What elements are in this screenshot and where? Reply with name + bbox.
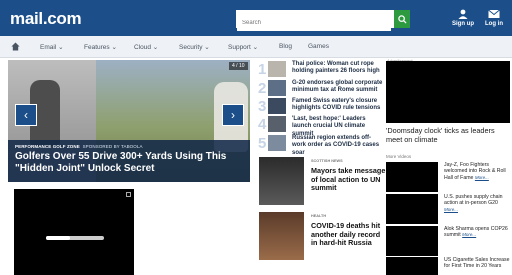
featured-video-title[interactable]: 'Doomsday clock' ticks as leaders meet o…	[386, 126, 512, 144]
mail-com-logo[interactable]: mail.com	[10, 9, 82, 29]
search-button[interactable]	[394, 10, 410, 28]
top-bar: mail.com Sign up Log in	[0, 0, 512, 36]
news-number: 5	[258, 135, 267, 152]
card-title[interactable]: COVID-19 deaths hit another daily record…	[311, 221, 386, 248]
chevron-down-icon: ⌄	[58, 44, 64, 51]
slide-counter: 4 / 10	[229, 62, 248, 70]
news-item[interactable]: 1 Thai police: Woman cut rope holding pa…	[258, 61, 382, 79]
close-icon[interactable]	[126, 192, 131, 197]
featured-video-player[interactable]	[386, 61, 510, 123]
more-link[interactable]: More...	[462, 232, 476, 237]
nav-support[interactable]: Support ⌄	[228, 43, 258, 51]
signup-label: Sign up	[452, 21, 474, 27]
nav-blog[interactable]: Blog	[279, 43, 292, 50]
video-item[interactable]: U.S. pushes supply chain action at in-pe…	[386, 194, 512, 224]
nav-games[interactable]: Games	[308, 43, 329, 50]
more-link[interactable]: More...	[444, 207, 458, 212]
chevron-right-icon: ›	[231, 108, 235, 122]
chevron-down-icon: ⌄	[204, 44, 210, 51]
user-icon	[458, 9, 468, 19]
hero-caption[interactable]: PERFORMANCE GOLF ZONE SPONSORED BY TABOO…	[8, 140, 250, 182]
next-slide-button[interactable]: ›	[222, 104, 244, 126]
home-icon[interactable]	[11, 42, 20, 51]
nav-security[interactable]: Security ⌄	[179, 43, 210, 51]
card-image	[259, 157, 304, 205]
card-category: HEALTH	[311, 214, 327, 218]
video-item[interactable]: Jay-Z, Foo Fighters welcomed into Rock &…	[386, 162, 512, 192]
card-category: SCOTTISH NEWS	[311, 159, 343, 163]
card-title[interactable]: Mayors take message of local action to U…	[311, 166, 386, 193]
news-number: 2	[258, 80, 267, 97]
nav-email[interactable]: Email ⌄	[40, 43, 64, 51]
video-ad[interactable]	[14, 189, 134, 275]
news-headline[interactable]: Famed Swiss eatery's closure highlights …	[292, 98, 384, 113]
news-thumbnail	[268, 61, 286, 77]
video-thumbnail[interactable]	[386, 257, 438, 275]
more-videos-label: More Videos	[386, 154, 412, 159]
news-item[interactable]: 5 Russian region extends off-work order …	[258, 135, 382, 156]
chevron-down-icon: ⌄	[152, 44, 159, 51]
news-thumbnail	[268, 135, 286, 151]
more-link[interactable]: More...	[475, 175, 489, 180]
signup-button[interactable]: Sign up	[452, 9, 474, 27]
news-card[interactable]: SCOTTISH NEWS Mayors take message of loc…	[258, 157, 385, 207]
video-title[interactable]: Jay-Z, Foo Fighters welcomed into Rock &…	[444, 162, 512, 181]
hero-title[interactable]: Golfers Over 55 Drive 300+ Yards Using T…	[15, 151, 243, 175]
news-headline[interactable]: Thai police: Woman cut rope holding pain…	[292, 61, 384, 76]
search-icon	[397, 14, 407, 24]
video-thumbnail[interactable]	[386, 194, 438, 224]
loading-bar-fill	[46, 236, 70, 240]
login-label: Log in	[485, 21, 503, 27]
news-headline[interactable]: G-20 endorses global corporate minimum t…	[292, 80, 384, 95]
card-image	[259, 212, 304, 260]
chevron-down-icon: ⌄	[111, 44, 117, 51]
nav-features[interactable]: Features ⌄	[84, 43, 117, 51]
news-item[interactable]: 4 'Last, best hope:' Leaders launch cruc…	[258, 116, 382, 137]
nav-cloud[interactable]: Cloud ⌄	[134, 43, 158, 51]
nav-bar: Email ⌄ Features ⌄ Cloud ⌄ Security ⌄ Su…	[0, 36, 512, 58]
news-card[interactable]: HEALTH COVID-19 deaths hit another daily…	[258, 212, 382, 266]
login-button[interactable]: Log in	[485, 9, 503, 27]
video-title[interactable]: US Cigarette Sales Increase for First Ti…	[444, 257, 512, 270]
envelope-icon	[488, 9, 500, 18]
news-item[interactable]: 3 Famed Swiss eatery's closure highlight…	[258, 98, 382, 116]
search-input[interactable]	[237, 15, 391, 31]
news-number: 1	[258, 61, 267, 78]
video-title[interactable]: Alok Sharma opens COP26 summit More...	[444, 226, 512, 239]
news-headline[interactable]: Russian region extends off-work order as…	[292, 135, 384, 157]
news-number: 4	[258, 116, 267, 133]
hero-meta: PERFORMANCE GOLF ZONE SPONSORED BY TABOO…	[15, 144, 143, 149]
video-thumbnail[interactable]	[386, 226, 438, 256]
video-item[interactable]: US Cigarette Sales Increase for First Ti…	[386, 257, 512, 275]
chevron-down-icon: ⌄	[252, 44, 259, 51]
news-item[interactable]: 2 G-20 endorses global corporate minimum…	[258, 80, 382, 98]
news-thumbnail	[268, 98, 286, 114]
search-box[interactable]	[236, 10, 410, 31]
chevron-left-icon: ‹	[24, 108, 28, 122]
news-thumbnail	[268, 116, 286, 132]
video-thumbnail[interactable]	[386, 162, 438, 192]
video-item[interactable]: Alok Sharma opens COP26 summit More...	[386, 226, 512, 256]
video-title[interactable]: U.S. pushes supply chain action at in-pe…	[444, 194, 512, 213]
news-thumbnail	[268, 80, 286, 96]
prev-slide-button[interactable]: ‹	[15, 104, 37, 126]
news-number: 3	[258, 98, 267, 115]
